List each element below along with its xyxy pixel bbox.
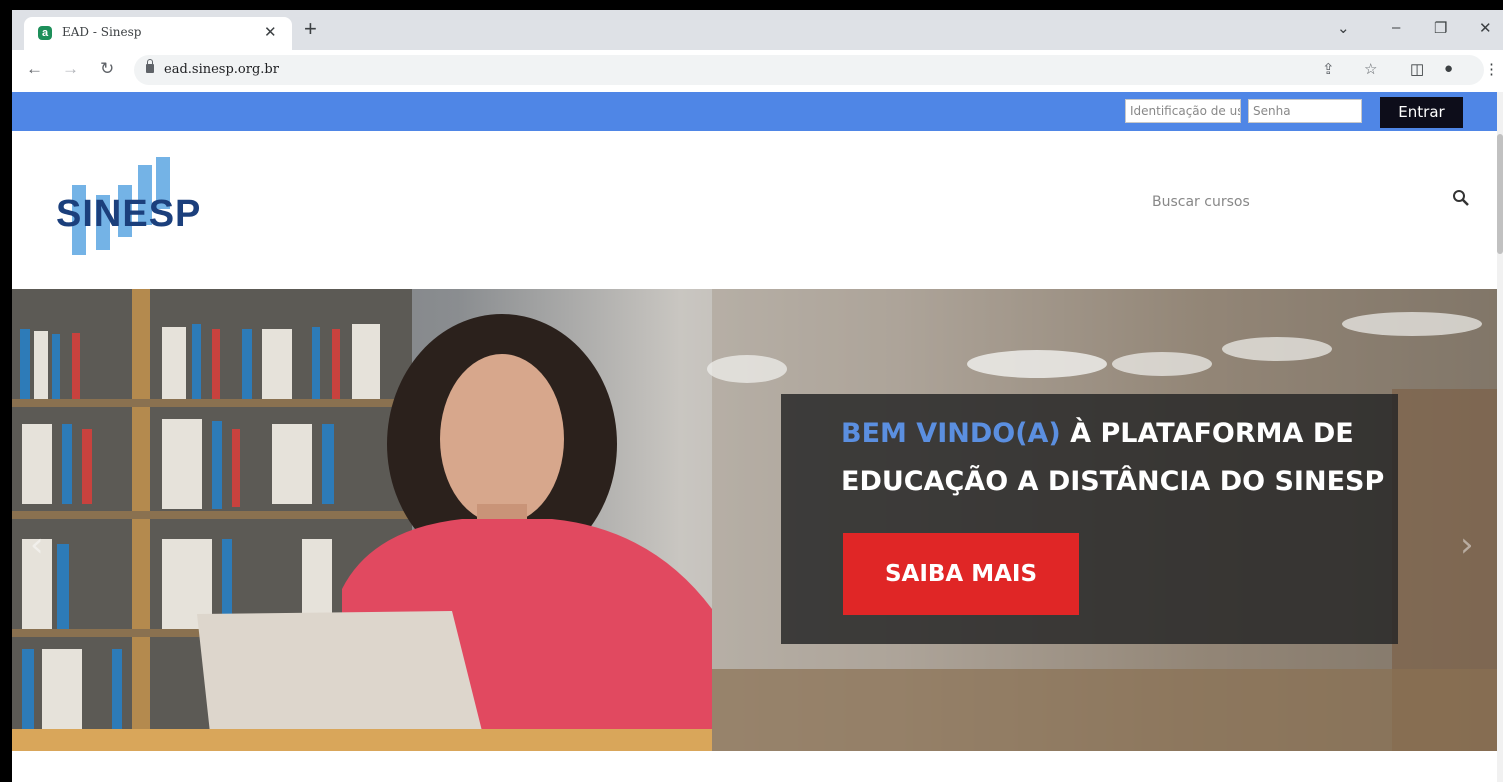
url-text: ead.sinesp.org.br [164,62,279,77]
hero-heading-line2: EDUCAÇÃO A DISTÂNCIA DO SINESP [841,466,1385,497]
back-icon[interactable]: ← [26,59,43,79]
search-icon[interactable] [1452,189,1470,212]
site-header: SINESP Buscar cursos [12,131,1503,289]
hero-highlight: BEM VINDO(A) [841,418,1061,449]
minimize-icon[interactable]: – [1392,19,1400,36]
favicon-icon: a [38,26,52,40]
share-icon[interactable]: ⇪ [1322,60,1335,78]
hero-cta-box: BEM VINDO(A) À PLATAFORMA DE EDUCAÇÃO A … [781,394,1398,644]
login-button[interactable]: Entrar [1380,97,1463,128]
address-bar[interactable]: ead.sinesp.org.br ⇪ ☆ [134,55,1484,85]
password-input[interactable]: Senha [1248,99,1362,123]
login-bar: Identificação de usuário Senha Entrar [12,92,1503,131]
new-tab-icon[interactable]: + [304,16,317,42]
browser-tab[interactable]: a EAD - Sinesp ✕ [24,17,292,50]
page-scrollbar[interactable] [1497,92,1503,782]
sinesp-logo[interactable]: SINESP [52,155,212,259]
side-panel-icon[interactable]: ◫ [1410,60,1424,78]
tab-strip: a EAD - Sinesp ✕ + ⌄ – ❐ ✕ [12,10,1503,50]
bookmark-star-icon[interactable]: ☆ [1364,60,1377,78]
search-input[interactable]: Buscar cursos [1152,194,1250,210]
saiba-mais-button[interactable]: SAIBA MAIS [843,533,1079,615]
username-input[interactable]: Identificação de usuário [1125,99,1241,123]
hero-heading-rest: À PLATAFORMA DE [1060,418,1354,449]
logo-text: SINESP [56,193,202,235]
close-window-icon[interactable]: ✕ [1479,19,1492,37]
restore-icon[interactable]: ❐ [1434,19,1447,37]
tab-title: EAD - Sinesp [62,25,142,39]
lock-icon [146,59,154,73]
hero-heading-line1: BEM VINDO(A) À PLATAFORMA DE [841,418,1354,449]
browser-window: a EAD - Sinesp ✕ + ⌄ – ❐ ✕ ← → ↻ ead.sin… [12,10,1503,782]
tab-search-icon[interactable]: ⌄ [1337,19,1350,37]
carousel-prev-icon[interactable]: ‹ [30,525,44,565]
carousel-next-icon[interactable]: › [1460,525,1474,565]
menu-icon[interactable]: ⋮ [1484,60,1499,78]
forward-icon[interactable]: → [62,59,79,79]
tab-close-icon[interactable]: ✕ [264,23,277,41]
hero-banner: BEM VINDO(A) À PLATAFORMA DE EDUCAÇÃO A … [12,289,1497,751]
scroll-thumb[interactable] [1497,134,1503,254]
browser-toolbar: ← → ↻ ead.sinesp.org.br ⇪ ☆ ◫ ● ⋮ [12,50,1503,93]
reload-icon[interactable]: ↻ [100,59,114,79]
profile-icon[interactable]: ● [1444,60,1453,77]
